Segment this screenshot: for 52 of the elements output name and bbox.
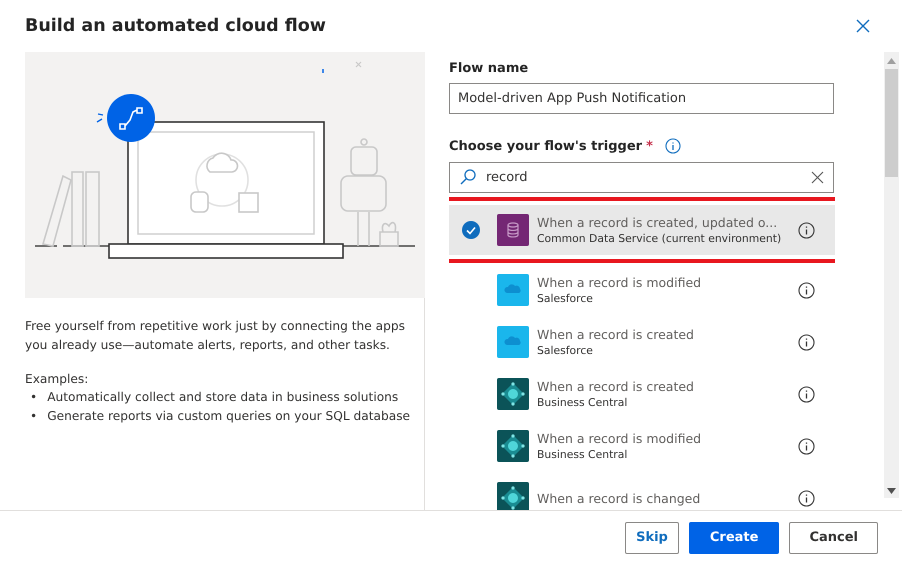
app-icon: [497, 482, 529, 510]
search-field[interactable]: record: [449, 162, 834, 193]
trigger-item[interactable]: When a record is created Business Central: [449, 368, 835, 420]
connector-name: Common Data Service (current environment): [537, 232, 782, 245]
trigger-title: When a record is modified: [537, 431, 702, 446]
trigger-item[interactable]: When a record is changed: [449, 472, 835, 510]
field-label: Choose your flow's trigger: [449, 138, 642, 154]
scrollbar[interactable]: [884, 52, 899, 498]
info-icon[interactable]: [798, 438, 815, 454]
example-item: Automatically collect and store data in business solutions: [47, 389, 398, 406]
dialog-title: Build an automated cloud flow: [25, 16, 326, 36]
scrollbar-thumb[interactable]: [885, 69, 898, 177]
scroll-down-icon[interactable]: [887, 488, 896, 494]
trigger-title: When a record is changed: [537, 490, 702, 506]
dialog-button[interactable]: Skip: [625, 522, 679, 554]
database-icon: [497, 214, 529, 246]
examples-label: Examples:: [25, 371, 90, 388]
trigger-title: When a record is created: [537, 379, 695, 394]
trigger-title: When a record is created, updated o...: [537, 215, 778, 230]
clear-icon[interactable]: [811, 171, 824, 184]
trigger-item[interactable]: When a record is created, updated o... Common Data Service (current environment): [449, 205, 835, 255]
close-icon[interactable]: [856, 19, 870, 33]
example-item: Generate reports via custom queries on your SQL database: [47, 408, 410, 425]
trigger-item[interactable]: When a record is modified Salesforce: [449, 264, 835, 316]
connector-name: Salesforce: [537, 292, 594, 305]
info-icon[interactable]: [798, 282, 815, 298]
dialog-button[interactable]: Cancel: [789, 522, 878, 554]
trigger-title: When a record is created: [537, 327, 695, 342]
check-icon: [462, 221, 480, 239]
bullet-mark: •: [30, 389, 38, 406]
info-icon[interactable]: [798, 386, 815, 402]
app-icon: [497, 378, 529, 410]
info-icon[interactable]: [664, 138, 681, 154]
bullet-mark: •: [30, 408, 38, 425]
search-icon: [459, 168, 477, 186]
trigger-item[interactable]: When a record is created Salesforce: [449, 316, 835, 368]
info-icon[interactable]: [798, 222, 815, 238]
info-icon[interactable]: [798, 490, 815, 506]
cloud-icon: [497, 326, 529, 358]
description-text: Free yourself from repetitive work just by connecting the apps you already use—automate alerts, reports, and other tasks.: [25, 318, 406, 354]
connector-name: Business Central: [537, 396, 628, 409]
info-icon[interactable]: [798, 334, 815, 350]
trigger-item[interactable]: When a record is modified Business Central: [449, 420, 835, 472]
trigger-title: When a record is modified: [537, 275, 702, 290]
required-mark: *: [646, 138, 653, 154]
field-label: Flow name: [449, 61, 530, 76]
app-icon: [497, 430, 529, 462]
flow-name-field[interactable]: Model-driven App Push Notification: [449, 83, 834, 114]
connector-name: Business Central: [537, 448, 628, 461]
dialog-button[interactable]: Create: [688, 522, 780, 554]
connector-name: Salesforce: [537, 344, 594, 357]
cloud-icon: [497, 274, 529, 306]
